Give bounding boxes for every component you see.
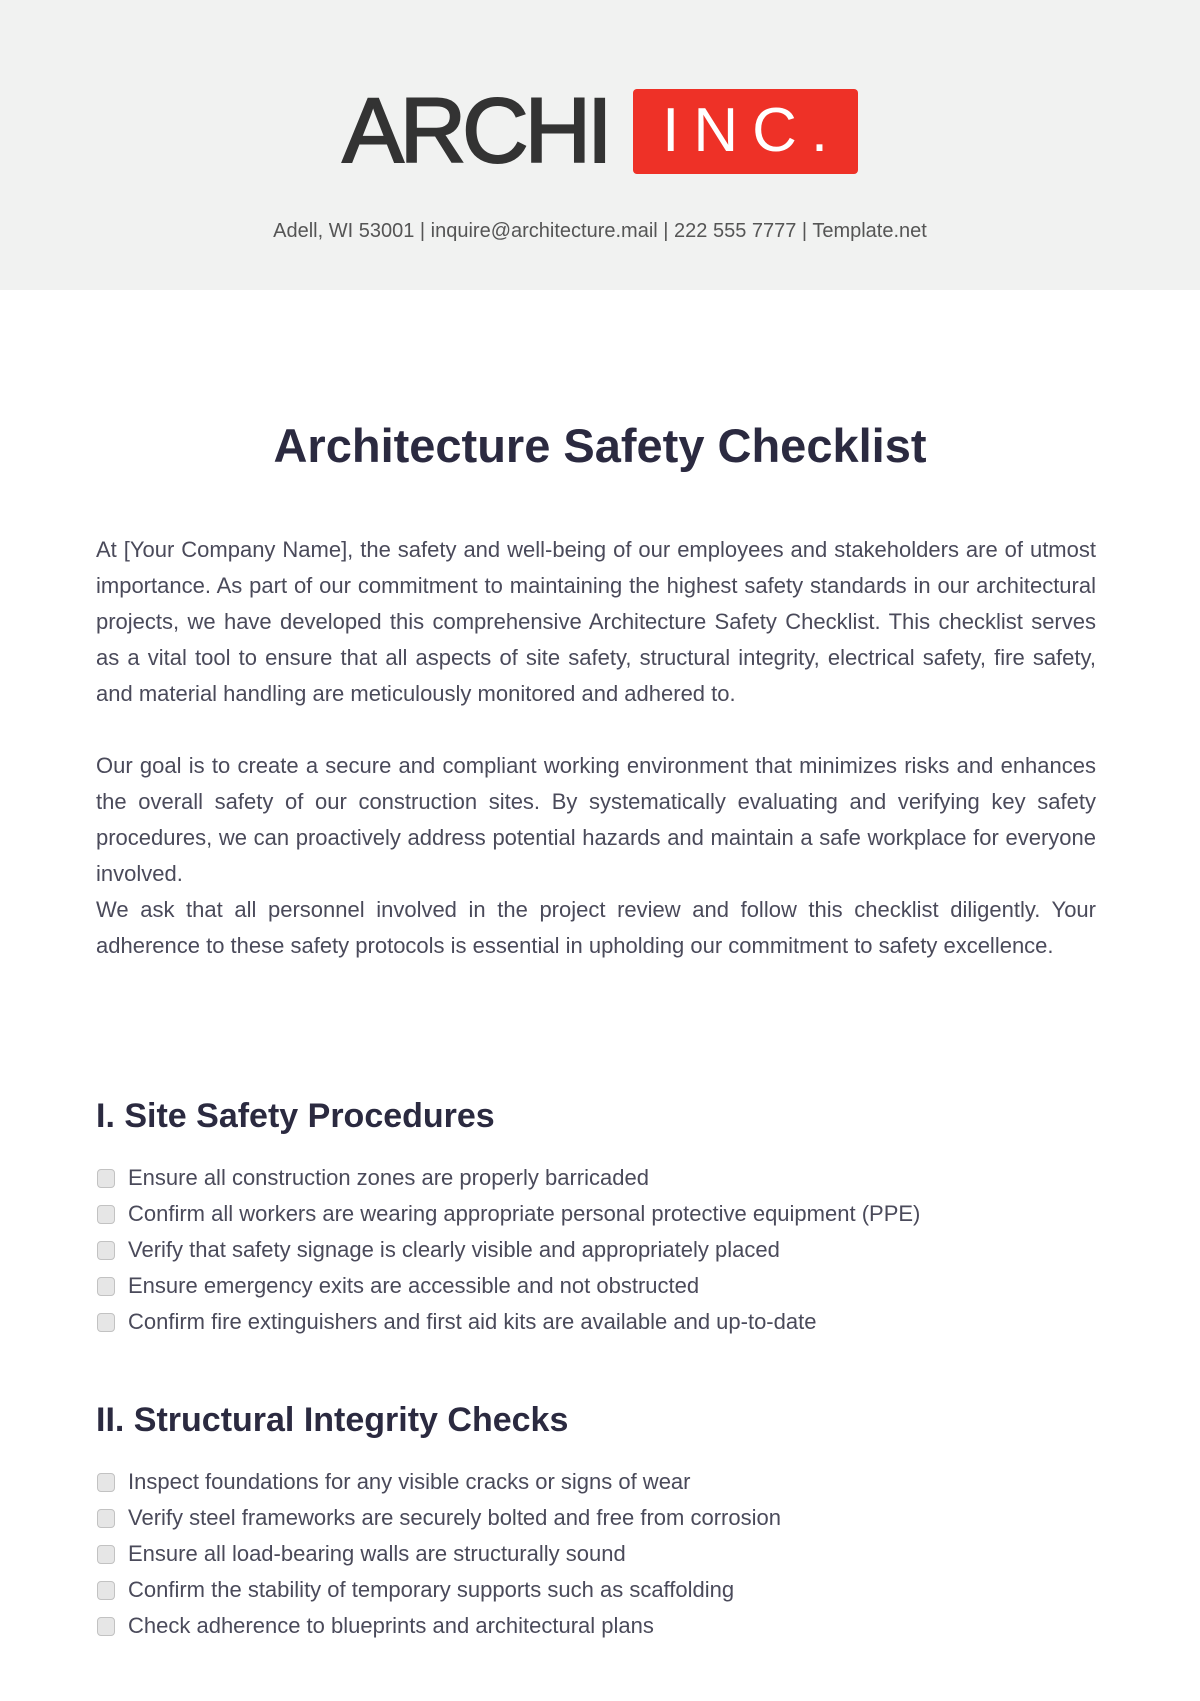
- contact-line: Adell, WI 53001 | inquire@architecture.m…: [273, 220, 927, 242]
- checklist-item-label: Verify that safety signage is clearly vi…: [128, 1237, 780, 1262]
- checklist-item-label: Confirm all workers are wearing appropri…: [128, 1201, 921, 1226]
- checklist-item-label: Confirm the stability of temporary suppo…: [128, 1577, 735, 1602]
- checklist-item[interactable]: Verify steel frameworks are securely bol…: [96, 1500, 1096, 1536]
- checklist-item-label: Inspect foundations for any visible crac…: [128, 1469, 691, 1494]
- checklist-item[interactable]: Ensure all construction zones are proper…: [96, 1160, 1096, 1196]
- section-site-safety: I. Site Safety Procedures Ensure all con…: [96, 1096, 1096, 1340]
- checklist: Inspect foundations for any visible crac…: [96, 1464, 1096, 1644]
- checklist-item[interactable]: Confirm the stability of temporary suppo…: [96, 1572, 1096, 1608]
- checkbox[interactable]: [97, 1168, 115, 1188]
- checklist-item-label: Ensure all load-bearing walls are struct…: [128, 1541, 626, 1566]
- checkbox[interactable]: [97, 1240, 115, 1260]
- checkbox[interactable]: [97, 1312, 115, 1332]
- logo-badge: INC.: [632, 88, 858, 174]
- checkbox[interactable]: [97, 1616, 115, 1636]
- company-logo: ARCHI INC.: [0, 80, 1200, 182]
- checklist-item[interactable]: Ensure emergency exits are accessible an…: [96, 1268, 1096, 1304]
- checklist: Ensure all construction zones are proper…: [96, 1160, 1096, 1340]
- checklist-item[interactable]: Ensure all load-bearing walls are struct…: [96, 1536, 1096, 1572]
- intro-paragraph: Our goal is to create a secure and compl…: [96, 753, 1096, 886]
- document-title: Architecture Safety Checklist: [273, 419, 927, 472]
- checklist-item-label: Ensure emergency exits are accessible an…: [128, 1273, 700, 1298]
- checkbox[interactable]: [97, 1276, 115, 1296]
- checkbox[interactable]: [97, 1544, 115, 1564]
- checkbox[interactable]: [97, 1472, 115, 1492]
- section-structural-integrity: II. Structural Integrity Checks Inspect …: [96, 1400, 1096, 1644]
- checklist-item[interactable]: Confirm fire extinguishers and first aid…: [96, 1304, 1096, 1340]
- checkbox[interactable]: [97, 1508, 115, 1528]
- checkbox[interactable]: [97, 1580, 115, 1600]
- header-band: ARCHI INC. Adell, WI 53001 | inquire@arc…: [0, 0, 1200, 290]
- intro-paragraph: We ask that all personnel involved in th…: [96, 897, 1096, 958]
- logo-wordmark: ARCHI: [341, 80, 613, 182]
- section-heading: I. Site Safety Procedures: [96, 1097, 495, 1135]
- section-heading: II. Structural Integrity Checks: [96, 1401, 569, 1439]
- checklist-item[interactable]: Inspect foundations for any visible crac…: [96, 1464, 1096, 1500]
- checkbox[interactable]: [97, 1204, 115, 1224]
- checklist-item-label: Check adherence to blueprints and archit…: [128, 1613, 654, 1638]
- checklist-item[interactable]: Verify that safety signage is clearly vi…: [96, 1232, 1096, 1268]
- intro-paragraph: At [Your Company Name], the safety and w…: [96, 537, 1096, 706]
- checklist-item-label: Ensure all construction zones are proper…: [128, 1165, 649, 1190]
- checklist-item[interactable]: Confirm all workers are wearing appropri…: [96, 1196, 1096, 1232]
- checklist-item-label: Confirm fire extinguishers and first aid…: [128, 1309, 817, 1334]
- checklist-item[interactable]: Check adherence to blueprints and archit…: [96, 1608, 1096, 1644]
- checklist-item-label: Verify steel frameworks are securely bol…: [128, 1505, 781, 1530]
- intro-section: At [Your Company Name], the safety and w…: [96, 532, 1096, 964]
